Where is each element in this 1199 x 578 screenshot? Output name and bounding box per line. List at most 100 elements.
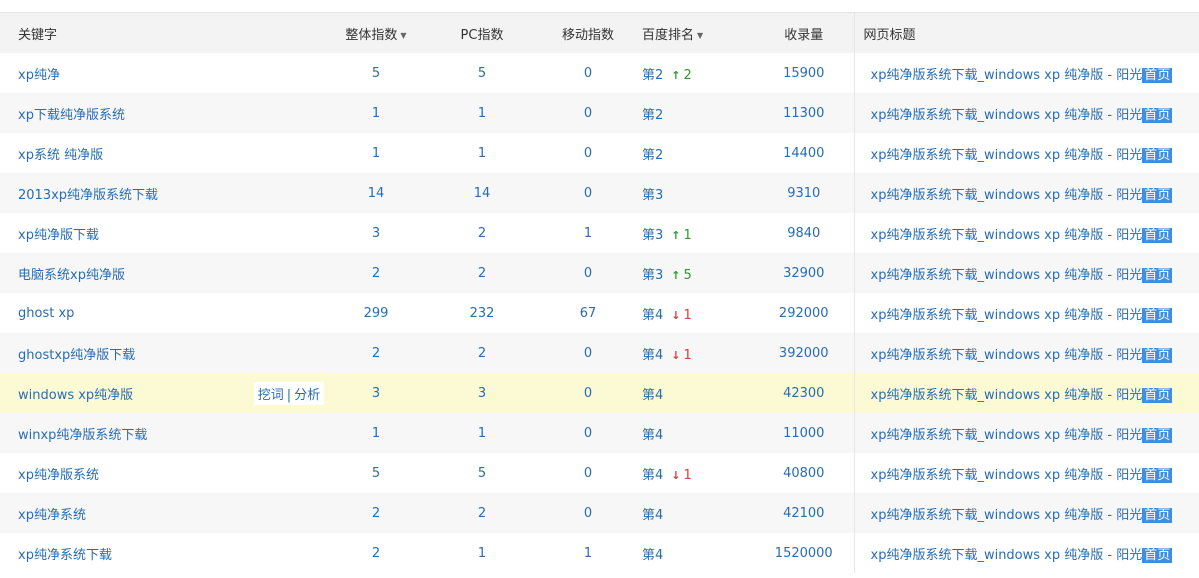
page-title-text[interactable]: xp纯净版系统下载_windows xp 纯净版 - 阳光 (871, 68, 1143, 83)
rank-value: 第3 (642, 187, 664, 203)
total-index-value: 3 (371, 385, 381, 401)
page-title-text[interactable]: xp纯净版系统下载_windows xp 纯净版 - 阳光 (871, 428, 1143, 443)
total-index-value: 2 (371, 545, 381, 561)
page-title-link[interactable]: xp纯净版系统下载_windows xp 纯净版 - 阳光 首页 (853, 533, 1199, 573)
sort-down-icon[interactable]: ▼ (697, 31, 703, 40)
baidu-rank-cell: 第4 ↓ 1 (634, 293, 754, 333)
arrow-up-icon: ↑ (671, 268, 681, 282)
keyword-link[interactable]: 电脑系统xp纯净版 (0, 253, 248, 293)
header-pc-index: PC指数 (460, 27, 504, 43)
page-title-link[interactable]: xp纯净版系统下载_windows xp 纯净版 - 阳光 首页 (853, 133, 1199, 173)
keyword-link[interactable]: winxp纯净版系统下载 (0, 413, 248, 453)
page-title-text[interactable]: xp纯净版系统下载_windows xp 纯净版 - 阳光 (871, 308, 1143, 323)
pc-index-value: 1 (477, 145, 487, 161)
table-row: xp纯净系统 2 2 0 第4 42100 xp纯净版系统下载_windows xp 纯净版… (0, 493, 1199, 533)
mobile-index-value: 0 (583, 505, 593, 521)
baidu-rank-cell: 第3 (634, 173, 754, 213)
indexed-count: 292000 (778, 305, 829, 321)
page-title-text[interactable]: xp纯净版系统下载_windows xp 纯净版 - 阳光 (871, 468, 1143, 483)
page-title-link[interactable]: xp纯净版系统下载_windows xp 纯净版 - 阳光 首页 (853, 93, 1199, 133)
page-title-text[interactable]: xp纯净版系统下载_windows xp 纯净版 - 阳光 (871, 148, 1143, 163)
indexed-count: 32900 (783, 265, 825, 281)
keyword-link[interactable]: xp纯净系统下载 (0, 533, 248, 573)
row-actions (248, 533, 330, 573)
keyword-link[interactable]: ghost xp (0, 293, 248, 333)
header-actions-spacer (248, 13, 330, 53)
home-badge: 首页 (1142, 507, 1173, 523)
rank-change: 1 (683, 467, 692, 483)
page-title-link[interactable]: xp纯净版系统下载_windows xp 纯净版 - 阳光 首页 (853, 453, 1199, 493)
home-badge: 首页 (1142, 267, 1173, 283)
pc-index-value: 1 (477, 425, 487, 441)
page-title-text[interactable]: xp纯净版系统下载_windows xp 纯净版 - 阳光 (871, 388, 1143, 403)
indexed-count: 392000 (778, 345, 829, 361)
keyword-link[interactable]: xp纯净版系统 (0, 453, 248, 493)
pc-index-value: 3 (477, 385, 487, 401)
keyword-link[interactable]: windows xp纯净版 (0, 373, 248, 413)
table-row: xp纯净版系统 5 5 0 第4 ↓ 1 40800 xp纯净版系统下载_windows xp … (0, 453, 1199, 493)
rank-change: 2 (683, 67, 692, 83)
keyword-link[interactable]: 2013xp纯净版系统下载 (0, 173, 248, 213)
rank-value: 第2 (642, 147, 664, 163)
home-badge: 首页 (1142, 387, 1173, 403)
row-actions (248, 413, 330, 453)
row-actions (248, 173, 330, 213)
arrow-up-icon: ↑ (671, 228, 681, 242)
dig-words-link[interactable]: 挖词 (258, 388, 284, 403)
mobile-index-value: 0 (583, 345, 593, 361)
total-index-value: 1 (371, 105, 381, 121)
keyword-link[interactable]: xp系统 纯净版 (0, 133, 248, 173)
baidu-rank-cell: 第2 (634, 93, 754, 133)
page-title-text[interactable]: xp纯净版系统下载_windows xp 纯净版 - 阳光 (871, 508, 1143, 523)
rank-value: 第4 (642, 387, 664, 403)
page-title-text[interactable]: xp纯净版系统下载_windows xp 纯净版 - 阳光 (871, 228, 1143, 243)
rank-value: 第3 (642, 267, 664, 283)
home-badge: 首页 (1142, 547, 1173, 563)
page-title-link[interactable]: xp纯净版系统下载_windows xp 纯净版 - 阳光 首页 (853, 293, 1199, 333)
home-badge: 首页 (1142, 107, 1173, 123)
rank-value: 第3 (642, 227, 664, 243)
page-title-link[interactable]: xp纯净版系统下载_windows xp 纯净版 - 阳光 首页 (853, 413, 1199, 453)
sort-down-icon[interactable]: ▼ (400, 31, 406, 40)
rank-change: 1 (683, 347, 692, 363)
baidu-rank-cell: 第4 (634, 493, 754, 533)
page-title-link[interactable]: xp纯净版系统下载_windows xp 纯净版 - 阳光 首页 (853, 213, 1199, 253)
pc-index-value: 14 (473, 185, 491, 201)
total-index-value: 2 (371, 505, 381, 521)
rank-value: 第4 (642, 347, 664, 363)
indexed-count: 15900 (783, 65, 825, 81)
page-title-link[interactable]: xp纯净版系统下载_windows xp 纯净版 - 阳光 首页 (853, 373, 1199, 413)
keyword-link[interactable]: xp下载纯净版系统 (0, 93, 248, 133)
home-badge: 首页 (1142, 147, 1173, 163)
page-title-link[interactable]: xp纯净版系统下载_windows xp 纯净版 - 阳光 首页 (853, 53, 1199, 93)
keyword-link[interactable]: ghostxp纯净版下载 (0, 333, 248, 373)
page-title-text[interactable]: xp纯净版系统下载_windows xp 纯净版 - 阳光 (871, 188, 1143, 203)
header-baidu-rank[interactable]: 百度排名 ▼ (634, 13, 754, 53)
page-title-link[interactable]: xp纯净版系统下载_windows xp 纯净版 - 阳光 首页 (853, 173, 1199, 213)
table-row: windows xp纯净版 挖词 | 分析 3 3 0 第4 42300 xp纯净版系统下载_wi… (0, 373, 1199, 413)
table-row: ghostxp纯净版下载 2 2 0 第4 ↓ 1 392000 xp纯净版系统下载_windo… (0, 333, 1199, 373)
pc-index-value: 2 (477, 265, 487, 281)
page-title-link[interactable]: xp纯净版系统下载_windows xp 纯净版 - 阳光 首页 (853, 333, 1199, 373)
page-title-link[interactable]: xp纯净版系统下载_windows xp 纯净版 - 阳光 首页 (853, 493, 1199, 533)
pc-index-value: 2 (477, 225, 487, 241)
pc-index-value: 2 (477, 505, 487, 521)
analyze-link[interactable]: 分析 (294, 388, 320, 403)
keyword-link[interactable]: xp纯净版下载 (0, 213, 248, 253)
page-title-text[interactable]: xp纯净版系统下载_windows xp 纯净版 - 阳光 (871, 548, 1143, 563)
baidu-rank-cell: 第4 (634, 533, 754, 573)
page-title-text[interactable]: xp纯净版系统下载_windows xp 纯净版 - 阳光 (871, 108, 1143, 123)
page-title-text[interactable]: xp纯净版系统下载_windows xp 纯净版 - 阳光 (871, 348, 1143, 363)
page-title-link[interactable]: xp纯净版系统下载_windows xp 纯净版 - 阳光 首页 (853, 253, 1199, 293)
keyword-link[interactable]: xp纯净系统 (0, 493, 248, 533)
page-title-text[interactable]: xp纯净版系统下载_windows xp 纯净版 - 阳光 (871, 268, 1143, 283)
total-index-value: 1 (371, 425, 381, 441)
keyword-link[interactable]: xp纯净 (0, 53, 248, 93)
rank-value: 第4 (642, 467, 664, 483)
total-index-value: 299 (363, 305, 389, 321)
total-index-value: 1 (371, 145, 381, 161)
header-total-index[interactable]: 整体指数 ▼ (330, 13, 422, 53)
indexed-count: 9310 (787, 185, 821, 201)
table-row: xp下载纯净版系统 1 1 0 第2 11300 xp纯净版系统下载_windows xp … (0, 93, 1199, 133)
home-badge: 首页 (1142, 427, 1173, 443)
